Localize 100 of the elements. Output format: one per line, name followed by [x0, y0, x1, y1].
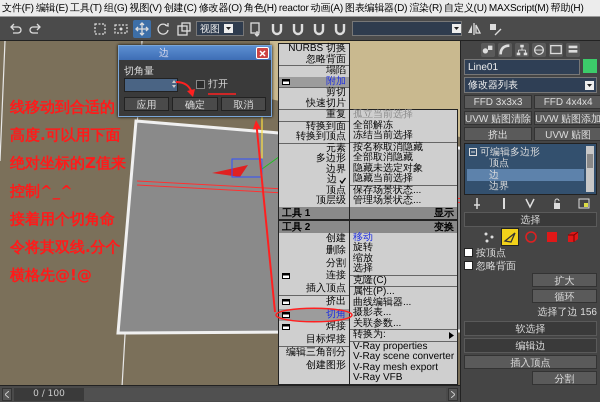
spinner-field[interactable]	[124, 78, 178, 92]
checkbox[interactable]	[196, 80, 205, 88]
menu-item[interactable]: 帮助(H)	[550, 1, 584, 15]
menu-item[interactable]: 分割	[279, 258, 349, 270]
stack-item[interactable]: 顶点	[467, 158, 584, 169]
modifier-button[interactable]: UVW 贴图清除	[464, 111, 532, 125]
triangle-outline-icon[interactable]	[502, 229, 518, 245]
menu-item[interactable]: 多边形	[279, 154, 349, 164]
menu-item[interactable]: 挤出	[279, 296, 349, 308]
menu-item[interactable]: 保存场景状态...	[350, 186, 457, 196]
menu-item[interactable]: 连接	[279, 270, 349, 282]
menu-item[interactable]: 视图(V)	[130, 1, 162, 15]
menu-item[interactable]: 插入顶点	[279, 282, 349, 295]
menu-item[interactable]: 关联参数...	[350, 318, 457, 329]
menu-item[interactable]: 忽略背面	[279, 54, 349, 65]
modifier-button[interactable]: FFD 4x4x4	[534, 95, 600, 109]
menu-item[interactable]: V-Ray VFB	[350, 373, 457, 384]
menu-item[interactable]: 转换到面	[279, 122, 349, 132]
next-frame-button[interactable]	[448, 388, 458, 400]
menu-item[interactable]: V-Ray mesh export	[350, 362, 457, 373]
rollout-title[interactable]: 编辑边	[464, 338, 597, 353]
menu-item[interactable]: 曲线编辑器...	[350, 298, 457, 308]
rollout-title[interactable]: 软选择	[464, 321, 597, 336]
menu-item[interactable]: 缩放	[350, 254, 457, 264]
menu-item[interactable]: 转换到顶点	[279, 132, 349, 142]
menu-item[interactable]: 修改器(O)	[198, 1, 242, 15]
menu-item[interactable]: 塌陷	[279, 66, 349, 76]
menu-item[interactable]: 渲染(R)	[409, 1, 442, 15]
menu-item[interactable]: 创建图形	[279, 360, 349, 372]
menu-item[interactable]: 剪切	[279, 88, 349, 98]
previous-frame-button[interactable]	[2, 388, 12, 400]
menu-item[interactable]: 编辑三角剖分	[279, 347, 349, 360]
modifier-list-dropdown[interactable]: 修改器列表	[464, 77, 597, 93]
menu-item[interactable]: 旋转	[350, 243, 457, 254]
menu-item[interactable]: 隐藏当前选择	[350, 174, 457, 184]
dialog-button[interactable]: 应用	[124, 97, 170, 111]
menu-item[interactable]: reactor	[278, 2, 309, 14]
selection-button[interactable]: 扩大	[532, 273, 597, 287]
menu-item[interactable]: V-Ray scene converter	[350, 352, 457, 362]
move-icon[interactable]	[133, 20, 151, 38]
shapes-icon[interactable]	[481, 43, 495, 57]
menu-item[interactable]: 顶点	[279, 186, 349, 196]
dialog-button[interactable]: 取消	[220, 97, 266, 111]
hierarchy-icon[interactable]	[515, 43, 529, 57]
modifier-button[interactable]: 挤出	[464, 127, 532, 141]
edit-button[interactable]: 分割	[532, 371, 597, 385]
scale-icon[interactable]	[175, 20, 193, 38]
modifier-button[interactable]: UVW 贴图	[534, 127, 600, 141]
menu-item[interactable]: 元素	[279, 144, 349, 154]
menu-item[interactable]: 角色(H)	[244, 1, 277, 15]
menu-item[interactable]: V-Ray properties	[350, 342, 457, 352]
menu-item[interactable]: 自定义(U)	[444, 1, 487, 15]
menu-item[interactable]: 全部取消隐藏	[350, 153, 457, 164]
stack-item[interactable]: 边界	[467, 180, 584, 192]
modifier-button[interactable]: FFD 3x3x3	[464, 95, 532, 109]
menu-item[interactable]: 全部解冻	[350, 120, 457, 131]
menu-item[interactable]: 焊接	[279, 321, 349, 334]
menu-item[interactable]: 图表编辑器(D)	[345, 1, 408, 15]
color-swatch[interactable]	[583, 59, 597, 73]
menu-item[interactable]: 边界	[279, 164, 349, 175]
menu-item[interactable]: 重复	[279, 110, 349, 120]
menu-item[interactable]: 创建	[279, 232, 349, 245]
menu-item[interactable]: 冻结当前选择	[350, 131, 457, 142]
menu-item[interactable]: 按名称取消隐藏	[350, 142, 457, 153]
menu-item[interactable]: 动画(A)	[310, 1, 343, 15]
close-button[interactable]	[256, 47, 269, 59]
menu-item[interactable]: 工具(T)	[70, 1, 102, 15]
object-name-field[interactable]: Line01	[464, 59, 580, 75]
stack-item[interactable]: 可编辑多边形	[467, 146, 584, 158]
menu-item[interactable]: 摄影表...	[350, 308, 457, 318]
menu-item[interactable]: 编辑(E)	[36, 1, 68, 15]
edit-button[interactable]: 插入顶点	[464, 355, 597, 369]
selection-button[interactable]: 循环	[532, 289, 597, 303]
menu-item[interactable]: 快速切片	[279, 98, 349, 109]
menu-item[interactable]: 移动	[350, 232, 457, 243]
menu-item[interactable]: 删除	[279, 245, 349, 258]
menu-item[interactable]: 顶层级	[279, 196, 349, 206]
menu-item[interactable]: 组(G)	[104, 1, 128, 15]
checkbox[interactable]	[464, 261, 473, 270]
menu-item[interactable]: 管理场景状态...	[350, 196, 457, 206]
menu-item[interactable]: 边	[279, 175, 349, 186]
time-slider-thumb[interactable]: 0 / 100	[14, 388, 84, 400]
monitor-icon[interactable]	[549, 43, 563, 57]
menu-item[interactable]: 文件(F)	[2, 1, 34, 15]
menu-item[interactable]: 创建(C)	[164, 1, 197, 15]
menu-item[interactable]: NURBS 切换	[279, 44, 349, 54]
menu-item[interactable]: 转换为:	[350, 330, 457, 340]
modifier-button[interactable]: UVW 贴图添加	[534, 111, 600, 125]
named-selection-dropdown[interactable]	[352, 21, 462, 36]
dialog-button[interactable]: 确定	[172, 97, 218, 111]
checkbox[interactable]	[464, 248, 473, 257]
menu-item[interactable]: MAXScript(M)	[488, 2, 549, 14]
menu-item[interactable]: 选择	[350, 264, 457, 274]
menu-item[interactable]: 隐藏未选定对象	[350, 164, 457, 174]
bend-icon[interactable]	[498, 43, 512, 57]
config-icon[interactable]	[578, 197, 590, 210]
coordinate-system-dropdown[interactable]: 视图	[196, 21, 244, 36]
menu-item[interactable]: 克隆(C)	[350, 276, 457, 286]
menu-item[interactable]: 目标焊接	[279, 334, 349, 346]
menu-item[interactable]: 属性(P)...	[350, 287, 457, 298]
